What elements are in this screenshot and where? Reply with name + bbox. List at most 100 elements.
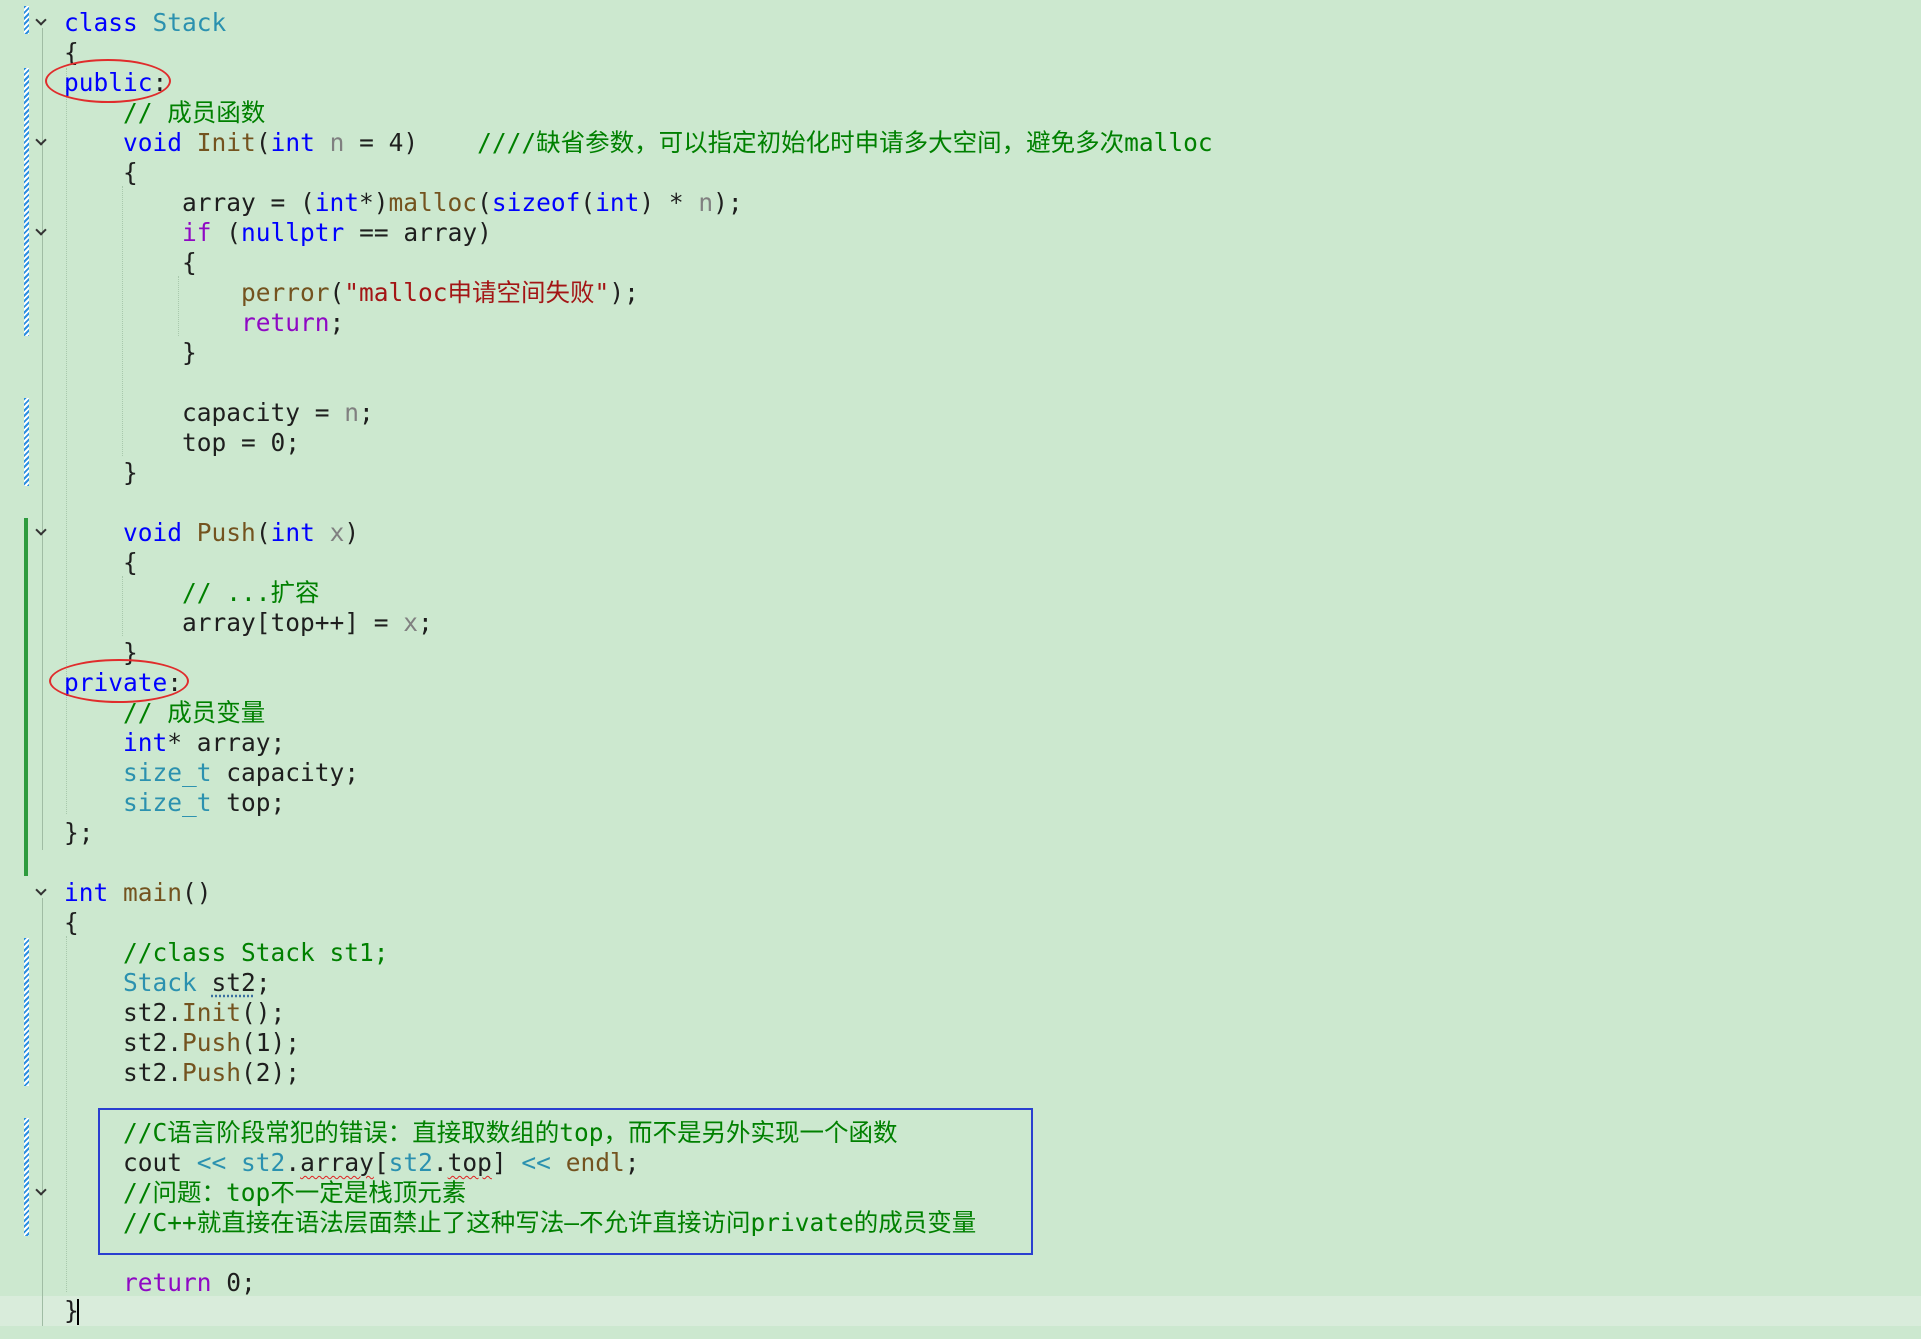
saved-change-indicator (24, 518, 28, 876)
code-token: st2. (123, 998, 183, 1027)
code-token: }; (64, 818, 94, 847)
collapse-comment-icon[interactable] (34, 1184, 48, 1198)
text-cursor (77, 1299, 79, 1325)
code-token: Stack (123, 968, 197, 997)
collapse-class-stack-icon[interactable] (34, 14, 48, 28)
code-token: return (241, 308, 330, 337)
code-token: x (403, 608, 419, 637)
code-line: int* array; (64, 728, 285, 758)
code-token: ; (255, 968, 271, 997)
code-token: Push (182, 1058, 242, 1087)
code-token: st2. (123, 1058, 183, 1087)
code-line: //class Stack st1; (64, 938, 389, 968)
code-token: } (64, 338, 197, 367)
code-line: perror("malloc申请空间失败"); (64, 278, 639, 308)
change-indicator (24, 6, 29, 34)
code-line: void Init(int n = 4) ////缺省参数，可以指定初始化时申请… (64, 128, 1213, 158)
code-token: ) (344, 518, 360, 547)
code-token: ; (418, 608, 433, 637)
code-token: ( (580, 188, 596, 217)
code-token: int (314, 188, 360, 217)
code-token: ( (211, 218, 242, 247)
code-line: { (64, 548, 138, 578)
collapse-push-icon[interactable] (34, 524, 48, 538)
code-token: "malloc申请空间失败" (344, 278, 610, 307)
code-token: int (64, 878, 109, 907)
code-token: = 4) (344, 128, 478, 157)
code-line: }; (64, 818, 94, 848)
code-token: == array) (344, 218, 492, 247)
code-token: { (64, 548, 138, 577)
outline-scope-line (42, 898, 43, 1326)
code-line: { (64, 158, 138, 188)
outline-scope-line (42, 28, 43, 850)
code-token: if (182, 218, 212, 247)
code-line: st2.Push(1); (64, 1028, 300, 1058)
code-token: st2 (211, 968, 256, 997)
change-indicator (24, 1118, 29, 1236)
code-token: size_t (123, 758, 212, 787)
code-token: malloc (388, 188, 478, 217)
error-code-annotation-box (98, 1108, 1033, 1255)
code-line: void Push(int x) (64, 518, 359, 548)
code-token: Push (182, 1028, 242, 1057)
code-token: int (270, 128, 315, 157)
private-annotation-circle (49, 659, 189, 703)
code-token: perror (241, 278, 330, 307)
code-line: Stack st2; (64, 968, 271, 998)
code-token: array = ( (64, 188, 315, 217)
code-line: array[top++] = x; (64, 608, 433, 638)
code-token: n (329, 128, 345, 157)
collapse-init-icon[interactable] (34, 134, 48, 148)
code-token: int (270, 518, 315, 547)
collapse-if-icon[interactable] (34, 224, 48, 238)
code-line: return; (64, 308, 344, 338)
code-token: // ...扩容 (182, 578, 320, 607)
code-line: size_t capacity; (64, 758, 359, 788)
code-token: ; (359, 398, 374, 427)
code-token: ); (713, 188, 743, 217)
code-token: capacity; (211, 758, 360, 787)
code-token: 0; (211, 1268, 256, 1297)
code-token: ) * (639, 188, 699, 217)
code-token: n (344, 398, 360, 427)
code-token: ( (477, 188, 492, 217)
code-token: n (698, 188, 714, 217)
code-token: (2); (241, 1058, 301, 1087)
code-token: ( (255, 518, 271, 547)
code-token: top; (211, 788, 286, 817)
code-token: size_t (123, 788, 212, 817)
change-indicator (24, 938, 29, 1086)
collapse-main-icon[interactable] (34, 884, 48, 898)
code-line: { (64, 248, 197, 278)
code-token: x (329, 518, 345, 547)
public-annotation-circle (45, 59, 171, 103)
code-token: sizeof (491, 188, 581, 217)
code-token: void (123, 128, 183, 157)
code-token: //class Stack st1; (123, 938, 389, 967)
code-line: top = 0; (64, 428, 300, 458)
code-line: st2.Init(); (64, 998, 285, 1028)
code-token: ); (609, 278, 639, 307)
code-token: // 成员函数 (123, 98, 266, 127)
code-editor[interactable]: class Stack{public: // 成员函数 void Init(in… (0, 0, 1921, 1339)
code-token: nullptr (241, 218, 345, 247)
change-indicator (24, 68, 29, 336)
code-token: void (123, 518, 183, 547)
code-token: int (123, 728, 168, 757)
code-token: class (64, 8, 138, 37)
code-token: { (64, 908, 79, 937)
